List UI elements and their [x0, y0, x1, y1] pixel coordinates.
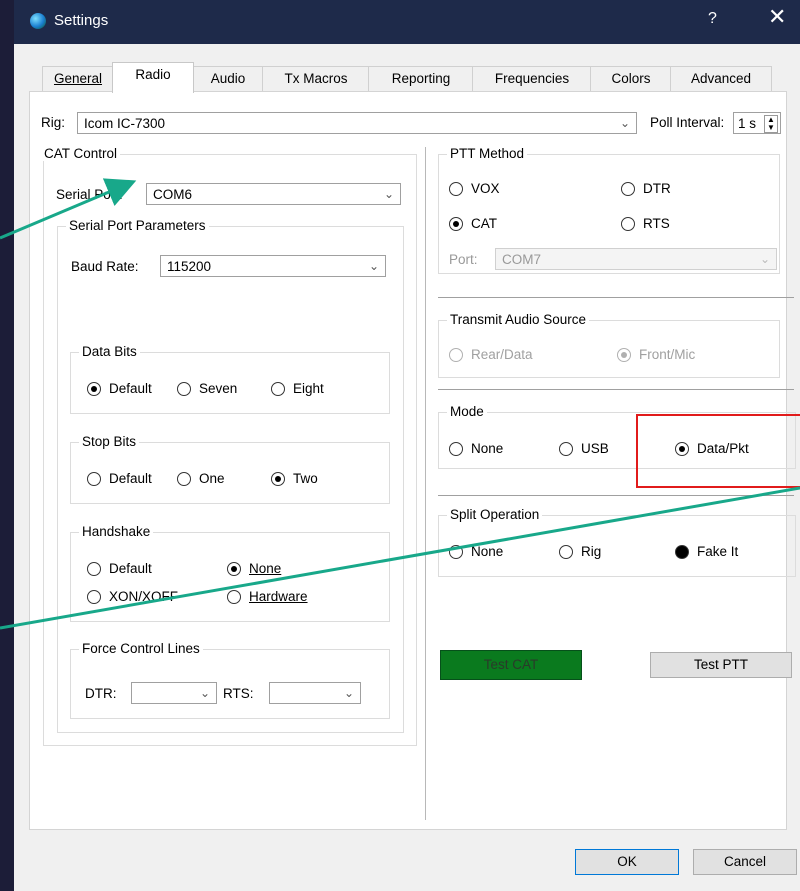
annotation-arrows: [0, 178, 800, 630]
tab-label: Radio: [135, 67, 171, 82]
arrow-to-mode: [0, 486, 800, 630]
arrow-to-serial-port: [0, 178, 137, 240]
tab-radio[interactable]: Radio: [112, 62, 194, 93]
